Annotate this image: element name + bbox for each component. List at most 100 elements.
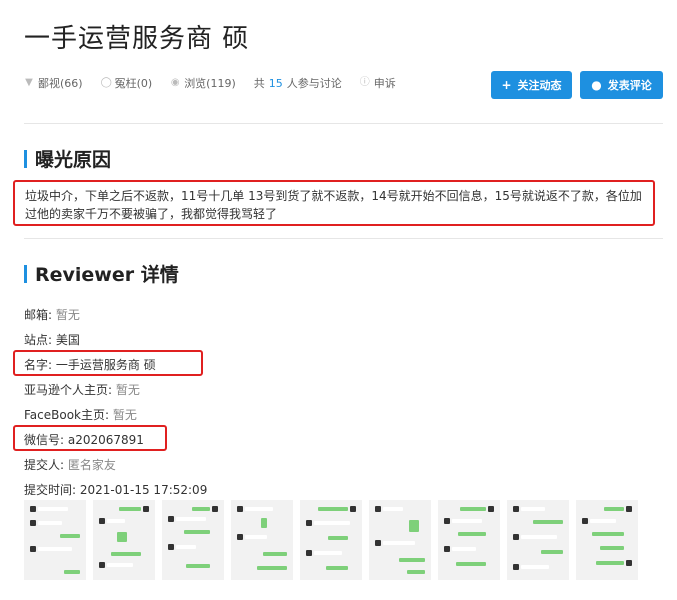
plus-icon: + — [501, 78, 512, 92]
amazon-value: 暂无 — [115, 383, 140, 397]
chat-bubble — [107, 519, 125, 523]
avatar-icon — [237, 506, 243, 512]
avatar-icon — [488, 506, 494, 512]
avatar-icon — [626, 560, 632, 566]
info-icon: ⓘ — [359, 77, 370, 88]
chat-bubble — [64, 570, 80, 574]
dislike-action[interactable]: ▼ 鄙视(66) — [24, 75, 83, 91]
avatar-icon — [168, 516, 174, 522]
avatar-icon — [306, 550, 312, 556]
site-label: 站点: — [24, 333, 53, 347]
avatar-icon — [444, 518, 450, 524]
screenshot-thumbnail[interactable] — [93, 500, 155, 580]
screenshot-thumbnail[interactable] — [438, 500, 500, 580]
avatar-icon — [168, 544, 174, 550]
avatar-icon — [237, 534, 243, 540]
chat-bubble — [38, 547, 72, 551]
chat-bubble-icon: ● — [591, 78, 602, 92]
chat-bubble — [111, 552, 141, 556]
chat-bubble — [314, 521, 350, 525]
screenshot-thumbnail[interactable] — [231, 500, 293, 580]
avatar-icon — [513, 534, 519, 540]
chat-bubble — [383, 507, 403, 511]
chat-bubble — [328, 536, 348, 540]
reason-heading: 曝光原因 — [24, 145, 111, 172]
screenshot-thumbnail[interactable] — [369, 500, 431, 580]
avatar-icon — [99, 518, 105, 524]
chat-bubble — [460, 507, 486, 511]
divider — [24, 238, 663, 239]
thumbs-down-icon: ▼ — [25, 77, 33, 88]
avatar-icon — [513, 564, 519, 570]
chat-bubble — [245, 535, 267, 539]
chat-bubble — [184, 530, 210, 534]
chat-bubble — [176, 517, 206, 521]
chat-bubble — [60, 534, 80, 538]
screenshot-thumbnail[interactable] — [162, 500, 224, 580]
submitter-row: 提交人: 匿名家友 — [24, 456, 116, 473]
report-label: 申诉 — [373, 77, 396, 90]
screenshot-thumbnail[interactable] — [24, 500, 86, 580]
reason-title: 曝光原因 — [35, 149, 112, 171]
screenshot-thumbnail[interactable] — [576, 500, 638, 580]
avatar-icon — [30, 520, 36, 526]
section-marker — [24, 264, 27, 283]
avatar-icon — [513, 506, 519, 512]
chat-bubble — [600, 546, 624, 550]
reviewer-title: Reviewer 详情 — [35, 264, 179, 286]
discuss-count: 15 — [268, 76, 283, 90]
chat-bubble — [399, 558, 425, 562]
avatar-icon — [350, 506, 356, 512]
screenshot-gallery — [24, 500, 645, 580]
chat-bubble — [176, 545, 196, 549]
chat-bubble — [119, 507, 141, 511]
chat-bubble — [383, 541, 415, 545]
reason-text: 垃圾中介，下单之后不返款，11号十几单 13号到货了就不返款，14号就开始不回信… — [13, 180, 655, 226]
avatar-icon — [375, 506, 381, 512]
report-action[interactable]: ⓘ 申诉 — [360, 75, 396, 91]
dislike-count: 鄙视(66) — [38, 77, 83, 90]
chat-bubble — [521, 507, 545, 511]
site-row: 站点: 美国 — [24, 331, 80, 348]
section-marker — [24, 149, 27, 168]
chat-bubble — [117, 532, 127, 542]
follow-button[interactable]: + 关注动态 — [491, 71, 572, 99]
avatar-icon — [30, 506, 36, 512]
follow-label: 关注动态 — [517, 79, 562, 92]
chat-bubble — [38, 521, 62, 525]
chat-bubble — [257, 566, 287, 570]
chat-bubble — [590, 519, 616, 523]
chat-bubble — [592, 532, 624, 536]
chat-bubble — [541, 550, 563, 554]
chat-bubble — [318, 507, 348, 511]
discuss-prefix: 共 — [253, 77, 265, 90]
chat-bubble — [596, 561, 624, 565]
email-value: 暂无 — [55, 308, 80, 322]
avatar-icon — [99, 562, 105, 568]
chat-bubble — [314, 551, 342, 555]
wrong-action[interactable]: ◯ 冤枉(0) — [101, 75, 153, 91]
avatar-icon — [582, 518, 588, 524]
chat-bubble — [261, 518, 267, 528]
chat-bubble — [192, 507, 210, 511]
comment-button[interactable]: ● 发表评论 — [580, 71, 663, 99]
name-highlight — [13, 350, 203, 376]
time-label: 提交时间: — [24, 483, 77, 497]
discuss-suffix: 人参与讨论 — [286, 77, 342, 90]
chat-bubble — [452, 519, 482, 523]
divider — [24, 123, 663, 124]
reviewer-heading: Reviewer 详情 — [24, 260, 179, 287]
facebook-value: 暂无 — [112, 408, 137, 422]
amazon-label: 亚马逊个人主页: — [24, 383, 113, 397]
screenshot-thumbnail[interactable] — [507, 500, 569, 580]
submitter-label: 提交人: — [24, 458, 65, 472]
screenshot-thumbnail[interactable] — [300, 500, 362, 580]
views-stat: ◉ 浏览(119) — [170, 75, 236, 91]
eye-icon: ◉ — [170, 77, 180, 88]
chat-bubble — [107, 563, 133, 567]
chat-bubble — [458, 532, 486, 536]
meta-bar: ▼ 鄙视(66) ◯ 冤枉(0) ◉ 浏览(119) 共 15 人参与讨论 ⓘ 申诉 — [24, 75, 414, 91]
amazon-row: 亚马逊个人主页: 暂无 — [24, 381, 140, 398]
avatar-icon — [306, 520, 312, 526]
chat-bubble — [521, 565, 549, 569]
